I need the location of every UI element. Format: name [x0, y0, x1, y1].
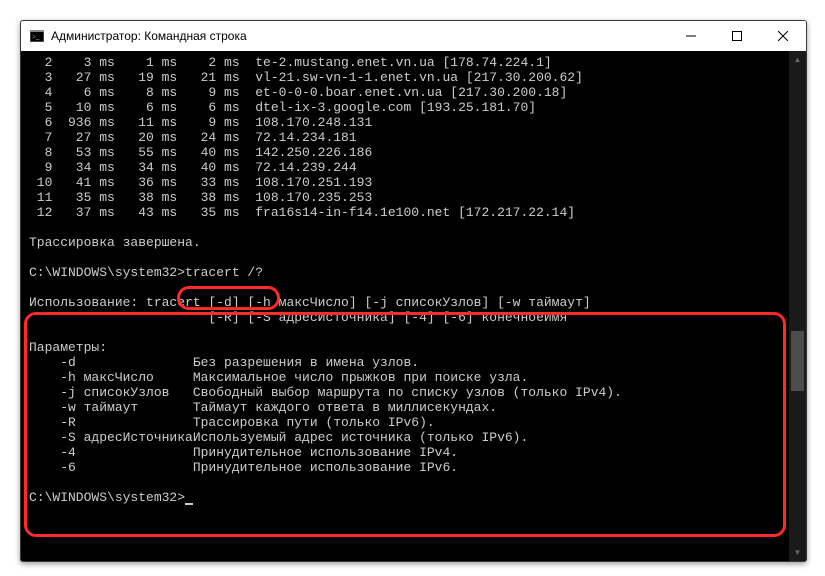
scroll-up-button[interactable]: ▲	[789, 51, 806, 68]
terminal-output: 2 3 ms 1 ms 2 ms te-2.mustang.enet.vn.ua…	[21, 51, 806, 505]
svg-text:>_: >_	[32, 33, 40, 41]
maximize-button[interactable]	[714, 21, 760, 51]
vertical-scrollbar[interactable]: ▲ ▼	[789, 51, 806, 561]
minimize-button[interactable]	[668, 21, 714, 51]
window-title: Администратор: Командная строка	[51, 29, 668, 43]
window-controls	[668, 21, 806, 51]
cmd-icon: >_	[29, 28, 45, 44]
scroll-thumb[interactable]	[791, 331, 804, 391]
cmd-window: >_ Администратор: Командная строка 2 3 m…	[20, 20, 807, 562]
cursor	[185, 490, 193, 505]
scroll-down-button[interactable]: ▼	[789, 544, 806, 561]
close-button[interactable]	[760, 21, 806, 51]
titlebar[interactable]: >_ Администратор: Командная строка	[21, 21, 806, 51]
terminal-body[interactable]: 2 3 ms 1 ms 2 ms te-2.mustang.enet.vn.ua…	[21, 51, 806, 561]
